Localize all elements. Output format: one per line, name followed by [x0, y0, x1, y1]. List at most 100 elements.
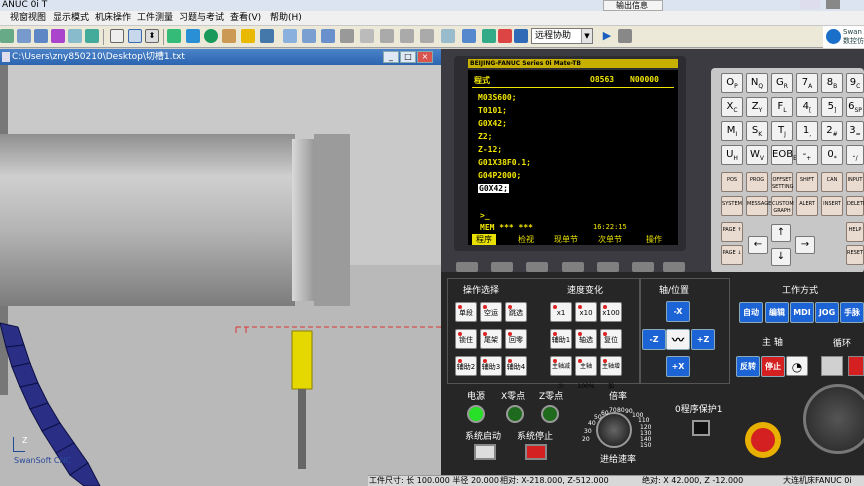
view-side-icon[interactable] — [321, 29, 335, 43]
mode-handwheel-button[interactable]: 手脉 — [840, 302, 864, 323]
address-key[interactable]: -+ — [796, 145, 818, 165]
dry-run-button[interactable]: 空运行 — [480, 302, 502, 337]
spindle-100-button[interactable]: 主轴100% — [575, 356, 597, 390]
plus-x-button[interactable]: +X — [666, 356, 690, 377]
rapid-wave-icon[interactable]: 〰 — [666, 329, 690, 350]
function-key[interactable]: PROG — [746, 172, 768, 192]
address-key[interactable]: 2# — [821, 121, 843, 141]
cursor-left-key[interactable]: ← — [748, 236, 768, 254]
address-key[interactable]: 8B — [821, 73, 843, 93]
address-key[interactable]: 5] — [821, 97, 843, 117]
tool-holder-icon[interactable] — [360, 29, 374, 43]
address-key[interactable]: NQ — [746, 73, 768, 93]
spindle-reverse-button[interactable]: 反转 — [736, 356, 760, 377]
tool-a-icon[interactable] — [380, 29, 394, 43]
workpiece-icon[interactable] — [167, 29, 181, 43]
upload-icon[interactable] — [482, 29, 496, 43]
aux2-button[interactable]: 辅助2 — [455, 356, 477, 376]
remote-assist-select[interactable]: 远程协助 ▼ — [531, 28, 593, 44]
drill-icon[interactable] — [441, 29, 455, 43]
spindle-decrease-button[interactable]: 主轴减少 — [550, 356, 572, 390]
system-start-button[interactable] — [474, 444, 496, 460]
address-key[interactable]: 7A — [796, 73, 818, 93]
reset-key[interactable]: RESET — [846, 245, 864, 265]
minimize-button[interactable]: _ — [383, 51, 399, 63]
function-key[interactable]: SHIFT — [796, 172, 818, 192]
function-key[interactable]: ALERT — [796, 196, 818, 216]
emergency-stop-button[interactable] — [751, 428, 775, 452]
zoom-icon[interactable] — [17, 29, 31, 43]
help-key[interactable]: HELP — [846, 222, 864, 242]
function-key[interactable]: MESSAGE — [746, 196, 771, 216]
spark-icon[interactable] — [241, 29, 255, 43]
address-key[interactable]: MI — [721, 121, 743, 141]
address-key[interactable]: EOBE — [771, 145, 797, 165]
address-key[interactable]: UH — [721, 145, 743, 165]
rotate-icon[interactable] — [85, 29, 99, 43]
zoom-in-icon[interactable] — [34, 29, 48, 43]
cursor-down-key[interactable]: ↓ — [771, 248, 791, 266]
function-key[interactable]: POS — [721, 172, 743, 192]
tool-c-icon[interactable] — [420, 29, 434, 43]
reset-button[interactable]: 复位 — [600, 329, 622, 349]
play-icon[interactable]: ▶ — [600, 29, 614, 43]
softkey-5[interactable] — [632, 262, 654, 272]
function-key[interactable]: SYSTEM — [721, 196, 743, 216]
menu-view-v[interactable]: 查看(V) — [230, 12, 261, 24]
zoom-out-icon[interactable] — [51, 29, 65, 43]
mode-mdi-button[interactable]: MDI — [790, 302, 814, 323]
page-up-key[interactable]: PAGE ↑ — [721, 222, 743, 242]
menu-workpiece-measure[interactable]: 工件测量 — [137, 12, 173, 24]
spindle-stop-button[interactable]: 停止 — [761, 356, 785, 377]
softkey-left-arrow[interactable] — [456, 262, 478, 272]
output-info-button[interactable]: 输出信息 — [603, 0, 663, 11]
program-protect-key-icon[interactable] — [692, 420, 710, 436]
cycle-stop-button[interactable] — [848, 356, 864, 376]
address-key[interactable]: FL — [771, 97, 793, 117]
menu-view[interactable]: 视窗视图 — [10, 12, 46, 24]
cursor-up-key[interactable]: ↑ — [771, 224, 791, 242]
aux4-button[interactable]: 辅助4 — [505, 356, 527, 376]
spindle-increase-button[interactable]: 主轴增加 — [600, 356, 622, 390]
function-key[interactable]: INSERT — [821, 196, 843, 216]
address-key[interactable]: WV — [746, 145, 768, 165]
menu-help[interactable]: 帮助(H) — [270, 12, 302, 24]
menu-machine-operation[interactable]: 机床操作 — [95, 12, 131, 24]
address-key[interactable]: GR — [771, 73, 793, 93]
stop-icon[interactable] — [618, 29, 632, 43]
aux3-button[interactable]: 辅助3 — [480, 356, 502, 376]
probe-icon[interactable] — [462, 29, 476, 43]
view-top-icon[interactable] — [302, 29, 316, 43]
tailstock-button[interactable]: 尾架 — [480, 329, 502, 349]
softkey-1[interactable] — [491, 262, 513, 272]
softkey-current-block[interactable]: 现单节 — [554, 234, 578, 245]
minus-x-button[interactable]: -X — [666, 301, 690, 322]
tool-b-icon[interactable] — [400, 29, 414, 43]
function-key[interactable]: DELETE — [846, 196, 864, 216]
function-key[interactable]: INPUT — [846, 172, 864, 192]
address-key[interactable]: 9C — [846, 73, 864, 93]
view-iso-icon[interactable] — [340, 29, 354, 43]
mode-auto-button[interactable]: 自动 — [739, 302, 763, 323]
download-icon[interactable] — [514, 29, 528, 43]
axis-select-button[interactable]: 轴选择 — [575, 329, 597, 364]
aux1-button[interactable]: 辅助1 — [550, 329, 572, 349]
pan-icon[interactable] — [68, 29, 82, 43]
cycle-start-button[interactable] — [821, 356, 843, 376]
address-key[interactable]: SK — [746, 121, 768, 141]
address-key[interactable]: 0* — [821, 145, 843, 165]
mode-jog-button[interactable]: JOG — [815, 302, 839, 323]
handwheel[interactable] — [803, 384, 864, 454]
minus-z-button[interactable]: -Z — [642, 329, 666, 350]
simulation-viewport[interactable] — [0, 65, 441, 486]
chip-icon[interactable] — [260, 29, 274, 43]
measure-icon[interactable] — [222, 29, 236, 43]
softkey-right-arrow[interactable] — [663, 262, 685, 272]
x100-button[interactable]: x100 — [600, 302, 622, 322]
softkey-3[interactable] — [562, 262, 584, 272]
mode-edit-button[interactable]: 编辑 — [765, 302, 789, 323]
address-key[interactable]: ZY — [746, 97, 768, 117]
system-stop-button[interactable] — [525, 444, 547, 460]
function-key[interactable]: CUSTOM GRAPH — [771, 196, 794, 216]
x1-button[interactable]: x1 — [550, 302, 572, 322]
